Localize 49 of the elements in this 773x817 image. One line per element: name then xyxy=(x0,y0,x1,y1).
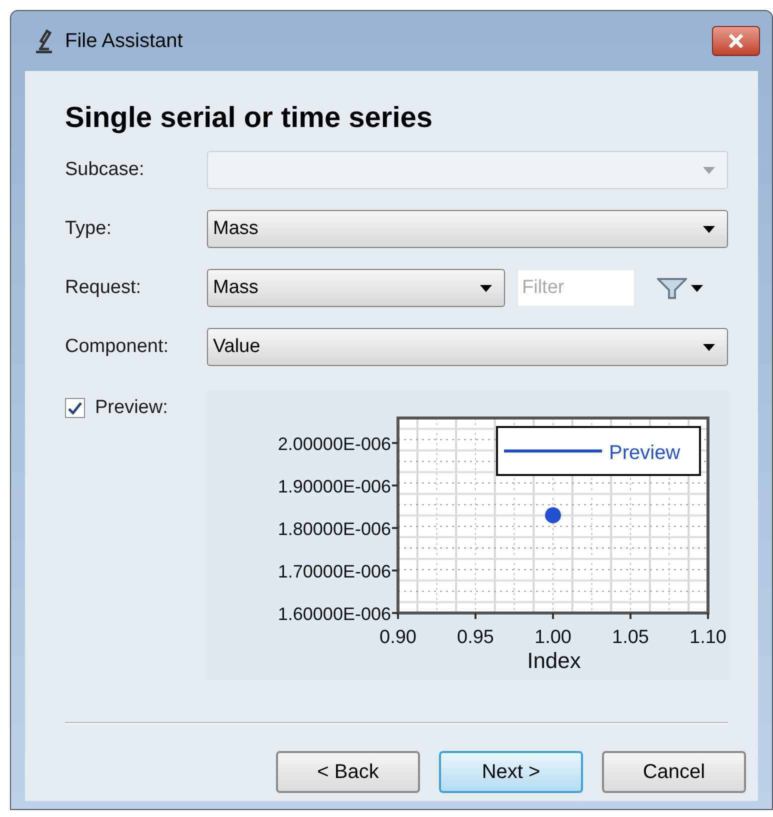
dialog-button[interactable]: < Back xyxy=(276,751,420,793)
dropdown[interactable]: Mass xyxy=(207,269,505,307)
tick-mark xyxy=(707,613,709,619)
dropdown-value: Mass xyxy=(213,276,258,300)
dialog-button[interactable]: Next > xyxy=(439,751,583,793)
tick-mark xyxy=(630,613,632,619)
dropdown[interactable]: Value xyxy=(207,328,728,366)
dropdown-arrow-icon xyxy=(480,284,492,292)
x-tick-label: 0.95 xyxy=(457,627,494,648)
close-button[interactable] xyxy=(712,26,760,56)
dropdown-arrow-icon xyxy=(703,226,715,232)
dropdown-arrow-icon xyxy=(703,166,715,174)
microscope-icon xyxy=(33,28,55,54)
tick-mark xyxy=(392,570,398,572)
window-title: File Assistant xyxy=(65,29,183,54)
filter-field[interactable]: Filter xyxy=(517,269,635,307)
dialog-button[interactable]: Cancel xyxy=(602,751,746,793)
dropdown-value: Value xyxy=(213,334,260,359)
y-tick-label: 1.90000E-006 xyxy=(278,476,391,496)
y-tick-label: 1.80000E-006 xyxy=(278,519,391,539)
tick-mark xyxy=(392,484,398,486)
dropdown-arrow-icon xyxy=(703,344,715,350)
page-heading: Single serial or time series xyxy=(65,101,434,136)
x-axis-title: Index xyxy=(527,648,581,673)
close-icon xyxy=(728,34,744,48)
y-tick-label: 2.00000E-006 xyxy=(278,434,391,454)
legend-label: Preview xyxy=(609,442,680,464)
tick-mark xyxy=(392,442,398,444)
checkbox[interactable] xyxy=(65,398,85,418)
dropdown-value: Mass xyxy=(213,216,258,241)
field-label: Request: xyxy=(65,276,142,300)
x-tick-label: 1.10 xyxy=(690,627,726,648)
checkbox-label: Preview: xyxy=(95,398,168,418)
x-tick-label: 1.00 xyxy=(534,627,572,648)
x-tick-label: 0.90 xyxy=(380,627,416,648)
field-label: Subcase: xyxy=(65,158,146,182)
tick-mark xyxy=(552,613,554,619)
dropdown[interactable]: Mass xyxy=(207,210,728,248)
check-icon xyxy=(68,402,82,414)
dropdown-arrow-icon xyxy=(691,284,703,292)
tick-mark xyxy=(392,527,398,529)
funnel-icon xyxy=(657,277,687,299)
filter-dropdown-button[interactable] xyxy=(657,277,703,299)
y-tick-label: 1.70000E-006 xyxy=(278,562,391,582)
y-tick-label: 1.60000E-006 xyxy=(278,604,391,624)
x-tick-label: 1.05 xyxy=(612,627,649,648)
field-label: Type: xyxy=(65,216,112,241)
tick-mark xyxy=(474,613,476,619)
field-label: Component: xyxy=(65,334,170,359)
